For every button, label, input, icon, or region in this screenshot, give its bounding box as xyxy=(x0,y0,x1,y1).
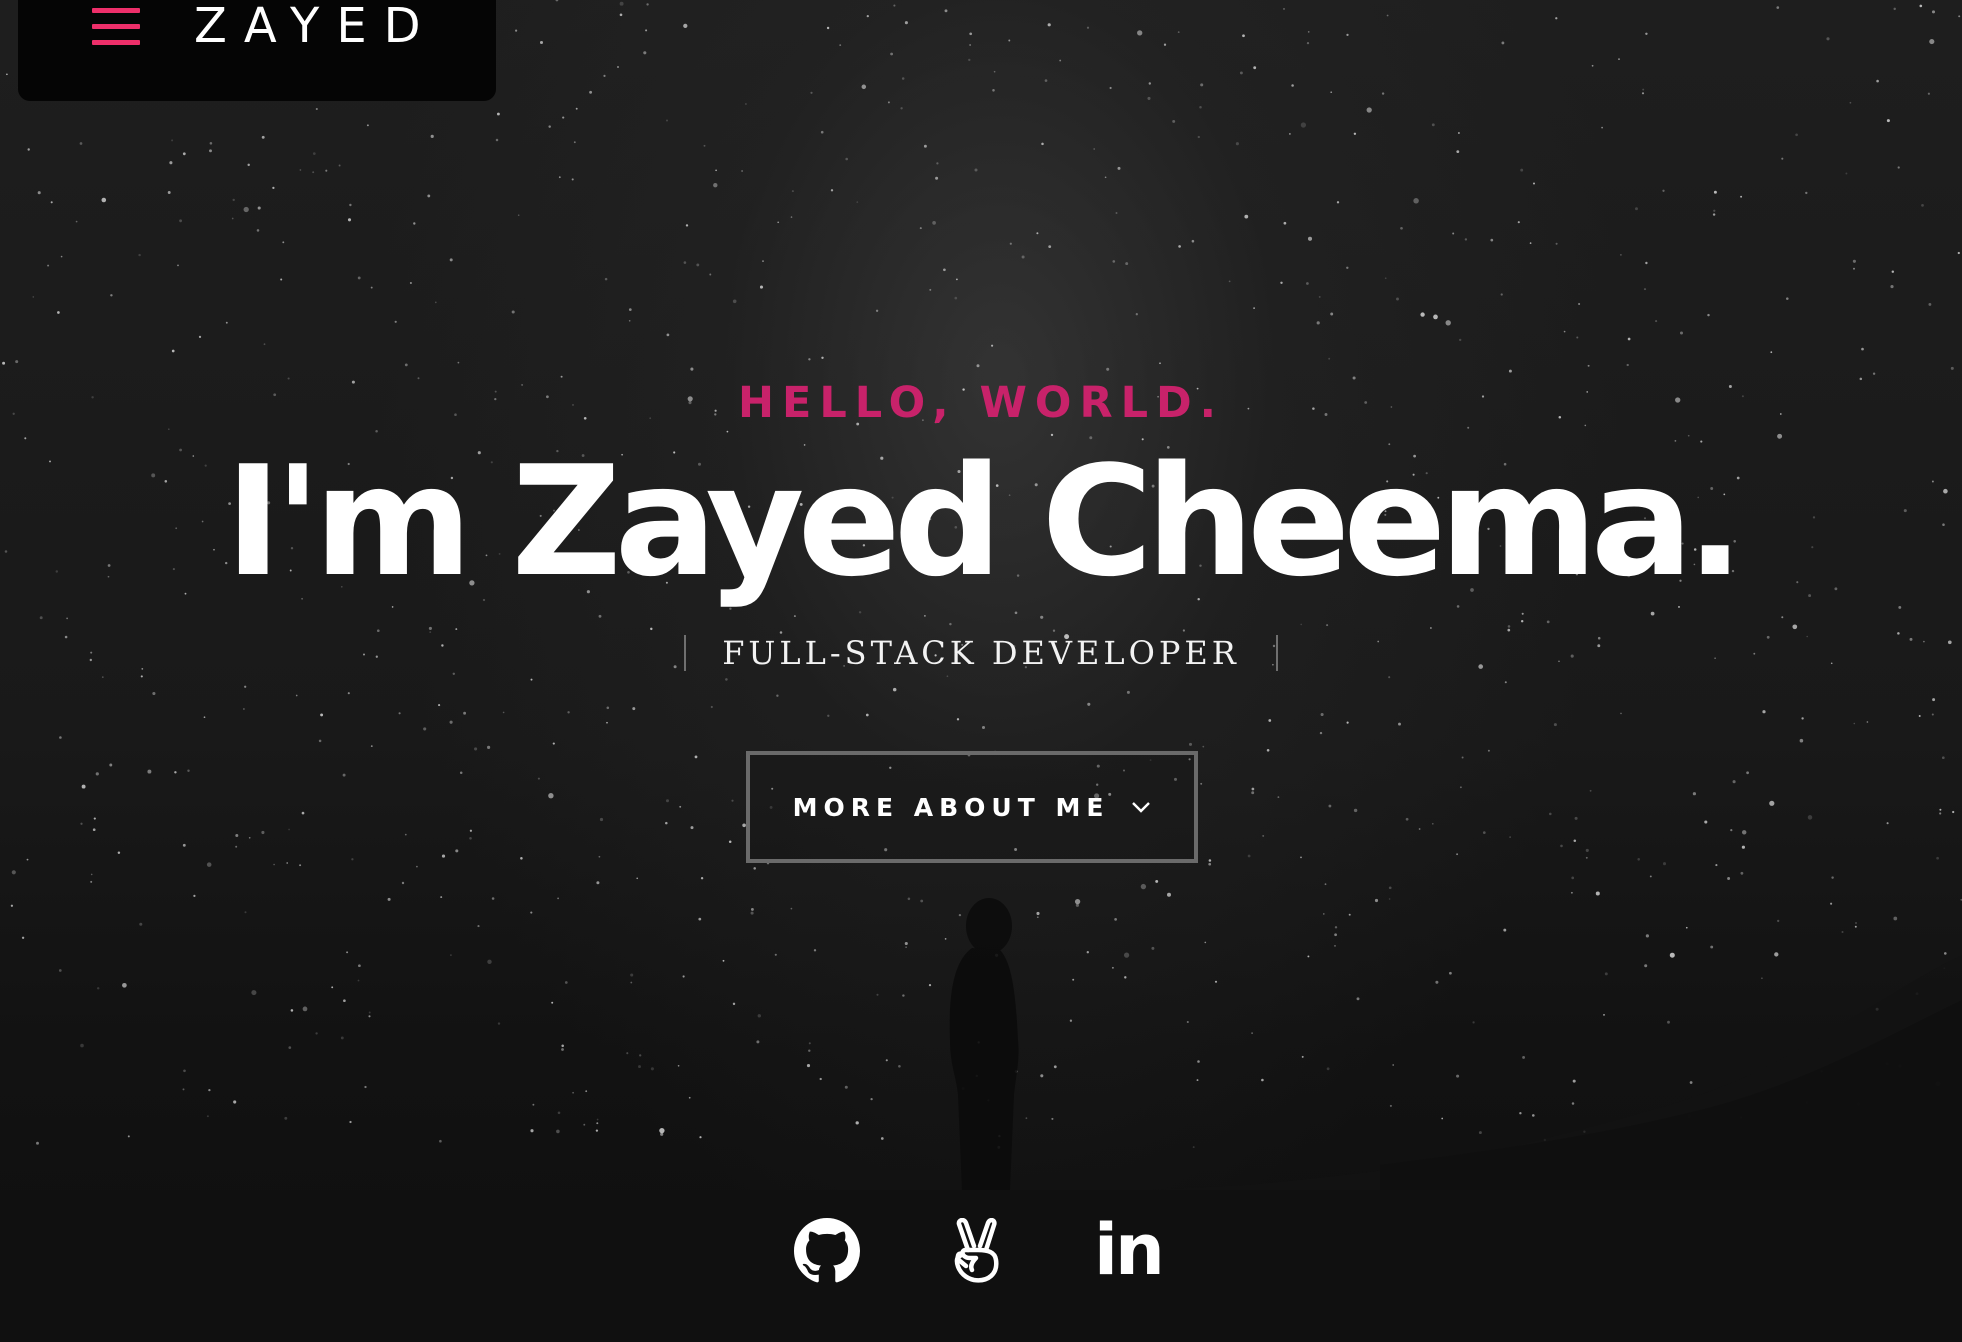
hero-greeting: HELLO, WORLD. xyxy=(737,378,1225,428)
site-logo[interactable]: ZAYED xyxy=(194,0,438,54)
header-bar: ZAYED xyxy=(18,0,496,101)
angellist-link[interactable] xyxy=(944,1218,1010,1284)
hero-role-text: FULL-STACK DEVELOPER xyxy=(722,634,1240,672)
linkedin-icon: in xyxy=(1094,1209,1165,1291)
person-silhouette xyxy=(949,898,1019,1190)
more-about-me-label: MORE ABOUT ME xyxy=(792,792,1110,822)
chevron-down-icon xyxy=(1132,802,1151,813)
hero-page: ZAYED HELLO, WORLD. I'm Zayed Cheema. FU… xyxy=(0,0,1962,1342)
more-about-me-button[interactable]: MORE ABOUT ME xyxy=(746,751,1198,863)
role-divider-left xyxy=(683,635,686,671)
social-links: in xyxy=(0,1210,1962,1290)
hero-role: FULL-STACK DEVELOPER xyxy=(0,628,1962,678)
github-icon xyxy=(794,1218,860,1283)
angellist-icon xyxy=(954,1218,999,1283)
hero-title: I'm Zayed Cheema. xyxy=(224,433,1744,610)
linkedin-link[interactable]: in xyxy=(1094,1210,1165,1290)
github-link[interactable] xyxy=(794,1218,860,1284)
role-divider-right xyxy=(1276,635,1279,671)
hamburger-menu-icon[interactable] xyxy=(92,8,140,46)
